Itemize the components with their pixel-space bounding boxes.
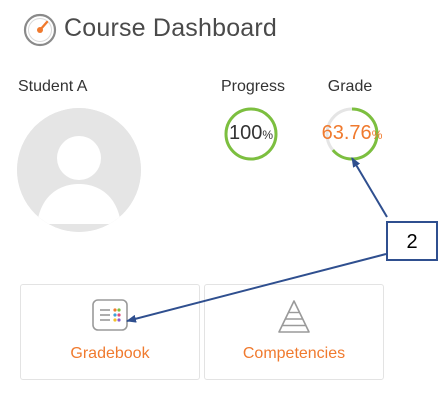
competencies-card[interactable]: Competencies — [204, 284, 384, 380]
callout-number: 2 — [406, 231, 418, 253]
pyramid-icon — [276, 299, 312, 340]
progress-value: 100% — [211, 122, 291, 145]
grade-ring: 63.76% — [322, 106, 382, 162]
grade-number: 63.76 — [321, 122, 372, 144]
student-name: Student A — [18, 78, 88, 95]
user-avatar-icon — [17, 108, 141, 232]
grade-value: 63.76% — [312, 122, 392, 145]
page-title: Course Dashboard — [64, 14, 278, 42]
grade-unit: % — [371, 128, 383, 142]
gradebook-icon — [92, 299, 128, 336]
progress-unit: % — [262, 128, 274, 142]
callout-arrow-grade — [351, 157, 388, 218]
progress-ring: 100% — [223, 106, 279, 162]
competencies-label: Competencies — [242, 345, 346, 362]
grade-label: Grade — [327, 78, 373, 95]
progress-label: Progress — [220, 78, 286, 95]
progress-number: 100 — [228, 122, 263, 144]
gauge-icon — [23, 13, 57, 47]
gradebook-label: Gradebook — [70, 345, 150, 362]
callout-badge: 2 — [386, 221, 438, 261]
gradebook-card[interactable]: Gradebook — [20, 284, 200, 380]
